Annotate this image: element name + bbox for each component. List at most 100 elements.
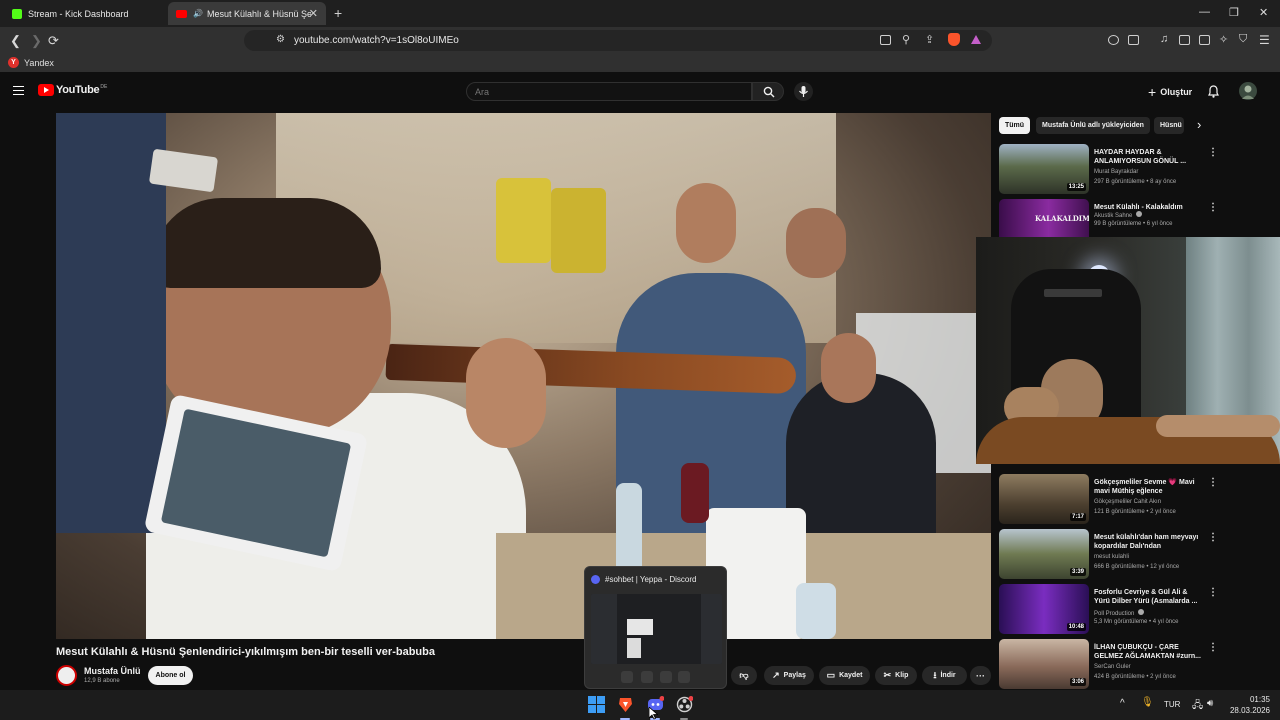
volume-icon[interactable]: 🔊︎ <box>1207 698 1213 709</box>
speaker-icon[interactable]: 🔊 <box>193 9 203 18</box>
search-button[interactable] <box>752 82 784 101</box>
recommendation-meta: 121 B görüntüleme • 2 yıl önce <box>1094 509 1176 515</box>
search-box[interactable] <box>466 82 752 101</box>
bookmark-yandex[interactable]: Y Yandex <box>8 57 54 68</box>
recommendation-meta: 297 B görüntüleme • 8 ay önce <box>1094 179 1177 185</box>
yellow-canister <box>551 188 606 273</box>
more-options-icon[interactable]: ⋮ <box>1208 202 1218 213</box>
extensions-icon[interactable] <box>1108 35 1119 45</box>
subscribe-button[interactable]: Abone ol <box>148 666 193 685</box>
maximize-button[interactable]: ❐ <box>1229 6 1239 19</box>
network-icon[interactable]: 🖧︎ <box>1192 698 1203 715</box>
discord-window-preview[interactable]: #sohbet | Yeppa - Discord <box>584 566 727 689</box>
more-actions-button[interactable]: ··· <box>970 666 991 685</box>
thumbnail-text: KALAKALDIM <box>1035 214 1089 223</box>
url-field[interactable]: ⚙︎ youtube.com/watch?v=1sOl8oUIMEo ⚲ ⇪ <box>244 30 992 51</box>
chip-husnu[interactable]: Hüsnü <box>1154 117 1184 134</box>
youtube-favicon-icon <box>176 9 187 18</box>
windows-start-icon[interactable] <box>588 696 605 713</box>
vpn-shield-icon[interactable]: ⛉ <box>1239 33 1247 46</box>
new-tab-button[interactable]: + <box>334 5 342 21</box>
recommendation-title: Mesut külahlı'dan ham meyvayı kopardılar… <box>1094 534 1199 550</box>
microphone-in-use-icon[interactable]: 🎙︎ <box>1141 697 1154 708</box>
reload-button[interactable]: ⟳ <box>48 33 59 49</box>
language-indicator[interactable]: TUR <box>1164 700 1180 709</box>
clock-date[interactable]: 28.03.2026 <box>1226 706 1270 715</box>
more-options-icon[interactable]: ⋮ <box>1208 532 1218 543</box>
obs-studio-icon[interactable] <box>676 696 693 713</box>
share-label: Paylaş <box>783 672 806 679</box>
more-options-icon[interactable]: ⋮ <box>1208 587 1218 598</box>
discord-icon <box>591 575 600 584</box>
clip-button[interactable]: ✂ Klip <box>875 666 917 685</box>
recommendation-channel: Murat Bayrakdar <box>1094 169 1139 175</box>
tab-youtube-video[interactable]: 🔊 Mesut Külahlı & Hüsnü Şenlendirici ✕ <box>168 2 326 25</box>
share-button[interactable]: ↗ Paylaş <box>764 666 814 685</box>
show-hidden-icons-chevron[interactable]: ^ <box>1120 698 1125 709</box>
recommendation-item[interactable]: 3:06 İLHAN ÇUBUKÇU - ÇARE GELMEZ AĞLAMAK… <box>999 639 1219 691</box>
channel-avatar[interactable] <box>56 665 77 686</box>
recommendation-item[interactable]: 3:39 Mesut külahlı'dan ham meyvayı kopar… <box>999 529 1219 581</box>
music-icon[interactable]: ♫ <box>1160 33 1168 45</box>
recommendation-item[interactable]: 7:17 Gökçeşmeliler Sevme 💗 Mavi mavi Müt… <box>999 474 1219 526</box>
voice-search-button[interactable] <box>794 82 813 101</box>
recommendation-item[interactable]: 10:48 Fosforlu Cevriye & Gül Ali & Yürü … <box>999 584 1219 636</box>
performer-hand <box>466 338 546 448</box>
thumbs-down-icon: 👎︎ <box>739 670 749 680</box>
mute-microphone-icon[interactable] <box>641 671 653 683</box>
video-thumbnail[interactable]: 7:17 <box>999 474 1089 524</box>
chip-all[interactable]: Tümü <box>999 117 1031 134</box>
video-thumbnail[interactable]: 10:48 <box>999 584 1089 634</box>
wallet-icon[interactable] <box>1199 35 1210 45</box>
camera-toggle-icon[interactable] <box>621 671 633 683</box>
account-avatar[interactable] <box>1239 82 1257 100</box>
cast-icon[interactable] <box>880 35 891 45</box>
recommendation-channel: mesut kulahli <box>1094 554 1130 560</box>
brave-rewards-icon[interactable] <box>971 35 981 44</box>
video-title: Mesut Külahlı & Hüsnü Şenlendirici-yıkıl… <box>56 646 435 658</box>
close-window-button[interactable]: ✕ <box>1259 6 1268 19</box>
discord-thumbnail[interactable] <box>591 594 722 664</box>
share-page-icon[interactable]: ⇪ <box>925 33 934 46</box>
save-button[interactable]: ▭ Kaydet <box>819 666 870 685</box>
more-options-icon[interactable]: ⋮ <box>1208 477 1218 488</box>
minimize-button[interactable]: — <box>1199 6 1210 18</box>
zoom-icon[interactable]: ⚲ <box>902 33 910 46</box>
tab-kick-dashboard[interactable]: Stream - Kick Dashboard <box>4 2 164 25</box>
search-input[interactable] <box>475 87 735 97</box>
channel-name[interactable]: Mustafa Ünlü <box>84 666 141 676</box>
chips-next-icon[interactable]: › <box>1197 117 1201 133</box>
screenshot-icon[interactable] <box>1128 35 1139 45</box>
brave-browser-icon[interactable] <box>617 696 634 713</box>
deafen-headphones-icon[interactable] <box>660 671 672 683</box>
video-thumbnail[interactable]: 3:06 <box>999 639 1089 689</box>
search-icon <box>763 86 775 98</box>
notifications-bell-icon[interactable] <box>1208 85 1219 98</box>
video-thumbnail[interactable]: 3:39 <box>999 529 1089 579</box>
more-options-icon[interactable]: ⋮ <box>1208 147 1218 158</box>
clock-time[interactable]: 01:35 <box>1240 695 1270 704</box>
youtube-logo[interactable]: YouTube DE <box>38 84 107 96</box>
sidebar-icon[interactable] <box>1179 35 1190 45</box>
forward-button[interactable]: ❯ <box>31 33 42 49</box>
download-button[interactable]: ⭳ İndir <box>922 666 967 685</box>
close-tab-icon[interactable]: ✕ <box>309 7 318 20</box>
hamburger-menu-icon[interactable] <box>13 86 24 95</box>
site-settings-icon[interactable]: ⚙︎ <box>276 34 285 45</box>
brave-shields-icon[interactable] <box>948 33 960 46</box>
recommendation-item[interactable]: 13:25 HAYDAR HAYDAR & ANLAMIYORSUN GÖNÜL… <box>999 144 1219 196</box>
disconnect-call-icon[interactable] <box>678 671 690 683</box>
menu-icon[interactable]: ☰ <box>1259 33 1270 47</box>
create-button[interactable]: + Oluştur <box>1148 84 1192 100</box>
more-options-icon[interactable]: ⋮ <box>1208 642 1218 653</box>
leo-ai-icon[interactable]: ✧ <box>1219 33 1228 46</box>
bookmarks-bar: Y Yandex <box>0 54 1280 72</box>
recommendation-channel: Gökçeşmeliler Cahit Akın <box>1094 499 1162 505</box>
video-player[interactable] <box>56 113 991 639</box>
yellow-canister <box>496 178 551 263</box>
video-thumbnail[interactable]: 13:25 <box>999 144 1089 194</box>
dislike-button[interactable]: 👎︎ <box>731 666 757 685</box>
recommendation-title: Fosforlu Cevriye & Gül Ali & Yürü Dilber… <box>1094 589 1198 605</box>
chip-from-uploader[interactable]: Mustafa Ünlü adlı yükleyiciden <box>1036 117 1150 134</box>
back-button[interactable]: ❮ <box>10 33 21 49</box>
